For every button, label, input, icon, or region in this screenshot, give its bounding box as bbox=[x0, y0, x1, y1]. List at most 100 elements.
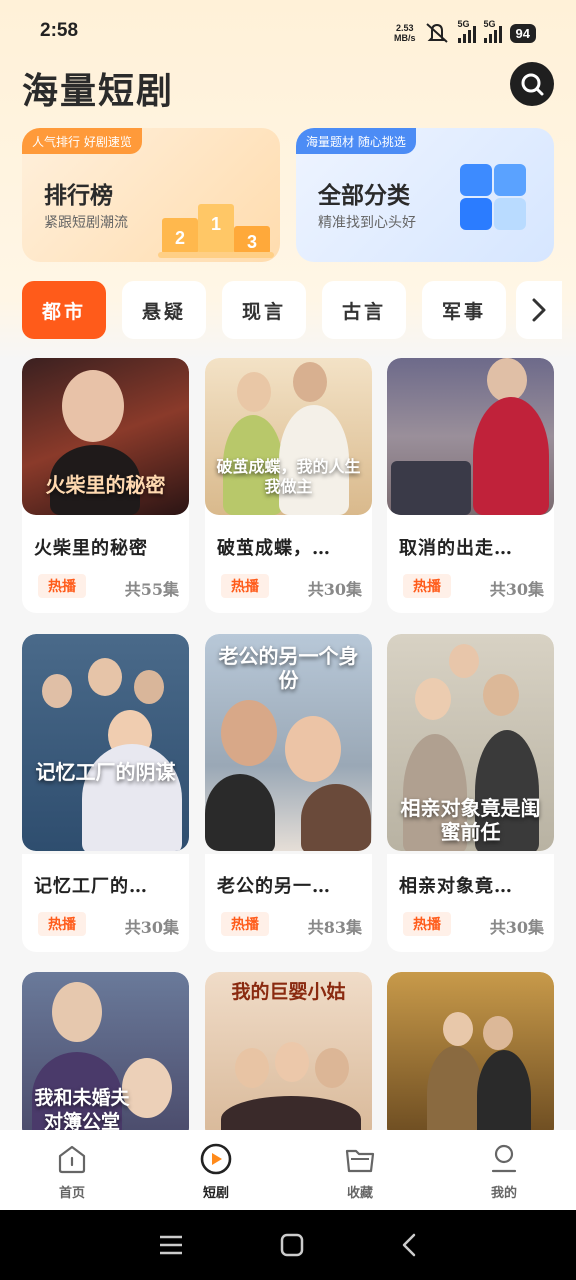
drama-poster bbox=[387, 358, 554, 515]
chevron-right-icon bbox=[532, 298, 546, 322]
drama-card[interactable]: 火柴里的秘密 火柴里的秘密 热播 共55集 bbox=[22, 358, 189, 613]
episode-count: 共30集 bbox=[489, 580, 544, 599]
nav-label: 首页 bbox=[58, 1186, 85, 1201]
drama-card[interactable]: 我和未婚夫对簿公堂 bbox=[22, 972, 189, 1130]
nav-label: 收藏 bbox=[346, 1186, 373, 1201]
banner-tag: 海量题材 随心挑选 bbox=[296, 128, 416, 154]
banner-subtitle: 紧跟短剧潮流 bbox=[44, 215, 128, 231]
nav-profile[interactable]: 我的 bbox=[432, 1130, 576, 1210]
drama-card-info[interactable]: 相亲对象竟… 热播 共30集 bbox=[387, 854, 554, 952]
nav-label: 我的 bbox=[490, 1186, 517, 1201]
tab-xuanyi[interactable]: 悬疑 bbox=[122, 281, 206, 339]
search-icon bbox=[521, 73, 544, 96]
menu-icon[interactable] bbox=[158, 1234, 184, 1256]
episode-count: 共83集 bbox=[307, 918, 362, 937]
status-icons: 2.53 MB/s 5G 5G 94 bbox=[394, 19, 536, 46]
battery-indicator: 94 bbox=[509, 23, 536, 43]
drama-title: 火柴里的秘密 bbox=[34, 538, 148, 559]
drama-card[interactable]: 记忆工厂的阴谋 bbox=[22, 634, 189, 851]
banner-tag: 人气排行 好剧速览 bbox=[22, 128, 142, 154]
drama-poster: 我的巨婴小姑 bbox=[205, 972, 372, 1130]
system-nav-bar bbox=[0, 1210, 576, 1280]
nav-label: 短剧 bbox=[202, 1186, 229, 1201]
drama-title: 老公的另一… bbox=[217, 876, 331, 897]
drama-card[interactable]: 取消的出走… 热播 共30集 bbox=[387, 358, 554, 613]
bottom-nav: 首页 短剧 收藏 我的 bbox=[0, 1130, 576, 1210]
tab-dushi[interactable]: 都市 bbox=[22, 281, 106, 339]
drama-poster: 火柴里的秘密 bbox=[22, 358, 189, 515]
banner-subtitle: 精准找到心头好 bbox=[318, 215, 416, 231]
drama-card[interactable]: 我的巨婴小姑 bbox=[205, 972, 372, 1130]
podium-rank: 2 bbox=[175, 228, 185, 248]
drama-card[interactable]: 破茧成蝶，我的人生我做主 破茧成蝶，… 热播 共30集 bbox=[205, 358, 372, 613]
status-bar: 2:58 2.53 MB/s 5G 5G 94 bbox=[0, 0, 576, 64]
banner-title: 排行榜 bbox=[44, 183, 113, 209]
home-icon bbox=[58, 1145, 86, 1174]
drama-card[interactable] bbox=[387, 972, 554, 1130]
nav-home[interactable]: 首页 bbox=[0, 1130, 144, 1210]
hot-badge: 热播 bbox=[221, 912, 269, 936]
podium-icon: 2 1 3 bbox=[158, 204, 274, 258]
poster-title: 我和未婚夫对簿公堂 bbox=[34, 1087, 130, 1130]
hot-badge: 热播 bbox=[38, 574, 86, 598]
drama-card[interactable]: 老公的另一个身份 bbox=[205, 634, 372, 851]
page-title: 海量短剧 bbox=[22, 70, 175, 112]
poster-title: 老公的另一个身份 bbox=[218, 644, 359, 692]
drama-card-info[interactable]: 记忆工厂的… 热播 共30集 bbox=[22, 854, 189, 952]
mute-icon bbox=[425, 23, 448, 43]
nav-shorts[interactable]: 短剧 bbox=[144, 1130, 288, 1210]
signal-label: 5G bbox=[457, 19, 470, 29]
tab-guyan[interactable]: 古言 bbox=[322, 281, 406, 339]
folder-icon bbox=[345, 1149, 375, 1173]
podium-rank: 3 bbox=[247, 232, 257, 252]
hot-badge: 热播 bbox=[403, 912, 451, 936]
net-speed: 2.53 MB/s bbox=[394, 23, 416, 43]
poster-title: 破茧成蝶，我的人生我做主 bbox=[216, 457, 361, 496]
episode-count: 共55集 bbox=[124, 580, 179, 599]
signal-label: 5G bbox=[483, 19, 496, 29]
tab-junshi[interactable]: 军事 bbox=[422, 281, 506, 339]
category-banner[interactable]: 海量题材 随心挑选 全部分类 精准找到心头好 bbox=[296, 128, 554, 262]
drama-title: 破茧成蝶，… bbox=[217, 538, 331, 559]
net-speed-unit: MB/s bbox=[394, 33, 416, 43]
play-icon bbox=[200, 1143, 232, 1175]
drama-title: 记忆工厂的… bbox=[34, 876, 148, 897]
net-speed-value: 2.53 bbox=[396, 23, 414, 33]
banner-title: 全部分类 bbox=[318, 183, 410, 209]
poster-title: 火柴里的秘密 bbox=[45, 473, 166, 497]
poster-title: 我的巨婴小姑 bbox=[231, 981, 346, 1003]
status-time: 2:58 bbox=[40, 20, 79, 41]
drama-grid: 火柴里的秘密 火柴里的秘密 热播 共55集 破茧成蝶，我的人生我做主 破茧成蝶，… bbox=[22, 358, 554, 1130]
drama-card-info[interactable]: 老公的另一… 热播 共83集 bbox=[205, 854, 372, 952]
drama-poster: 老公的另一个身份 bbox=[205, 634, 372, 851]
search-button[interactable] bbox=[510, 62, 554, 106]
drama-poster bbox=[387, 972, 554, 1130]
drama-poster: 我和未婚夫对簿公堂 bbox=[22, 972, 189, 1130]
poster-title: 记忆工厂的阴谋 bbox=[35, 760, 176, 784]
drama-poster: 相亲对象竟是闺蜜前任 bbox=[387, 634, 554, 851]
person-icon bbox=[491, 1144, 517, 1173]
episode-count: 共30集 bbox=[489, 918, 544, 937]
drama-title: 相亲对象竟… bbox=[399, 876, 513, 897]
drama-poster: 破茧成蝶，我的人生我做主 bbox=[205, 358, 372, 515]
hot-badge: 热播 bbox=[403, 574, 451, 598]
podium-rank: 1 bbox=[211, 214, 221, 234]
drama-poster: 记忆工厂的阴谋 bbox=[22, 634, 189, 851]
ranking-banner[interactable]: 人气排行 好剧速览 排行榜 紧跟短剧潮流 2 1 3 bbox=[22, 128, 280, 262]
episode-count: 共30集 bbox=[124, 918, 179, 937]
cubes-icon bbox=[460, 164, 526, 230]
signal-icon: 5G bbox=[483, 19, 502, 43]
signal-icon: 5G bbox=[457, 19, 476, 43]
poster-title: 相亲对象竟是闺蜜前任 bbox=[400, 796, 541, 844]
drama-title: 取消的出走… bbox=[399, 538, 513, 559]
tab-xianyan[interactable]: 现言 bbox=[222, 281, 306, 339]
drama-card[interactable]: 相亲对象竟是闺蜜前任 bbox=[387, 634, 554, 851]
hot-badge: 热播 bbox=[221, 574, 269, 598]
tabs-more-button[interactable] bbox=[516, 281, 562, 339]
category-tabs: 都市 悬疑 现言 古言 军事 bbox=[22, 281, 506, 339]
back-icon[interactable] bbox=[400, 1232, 418, 1258]
hot-badge: 热播 bbox=[38, 912, 86, 936]
episode-count: 共30集 bbox=[307, 580, 362, 599]
home-square-icon[interactable] bbox=[280, 1233, 304, 1257]
nav-favorites[interactable]: 收藏 bbox=[288, 1130, 432, 1210]
